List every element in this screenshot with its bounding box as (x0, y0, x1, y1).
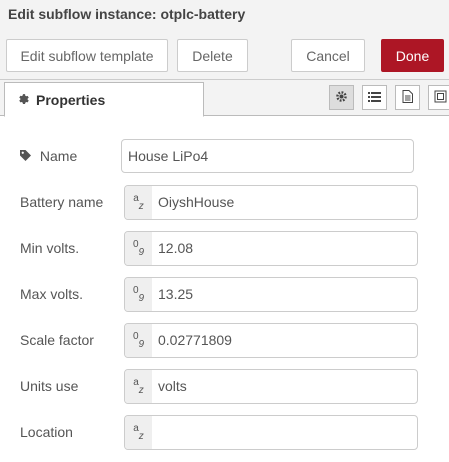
dialog-toolbar: Edit subflow template Delete Cancel Done (0, 28, 449, 80)
field-row-units-use: Units use az volts (0, 369, 449, 405)
frame-icon (434, 90, 447, 106)
tab-documentation[interactable] (395, 85, 420, 110)
field-row-battery-name: Battery name az OiyshHouse (0, 185, 449, 221)
delete-button[interactable]: Delete (177, 39, 248, 72)
field-row-min-volts: Min volts. 09 12.08 (0, 231, 449, 267)
max-volts-value[interactable]: 13.25 (152, 278, 417, 311)
battery-name-value[interactable]: OiyshHouse (152, 186, 417, 219)
max-volts-label: Max volts. (20, 286, 84, 302)
location-label: Location (20, 424, 73, 440)
field-row-location: Location az (0, 415, 449, 451)
gear-icon (335, 90, 348, 106)
string-type-icon[interactable]: az (125, 416, 152, 449)
type-symbol-bottom: 9 (138, 247, 145, 258)
field-row-max-volts: Max volts. 09 13.25 (0, 277, 449, 313)
type-symbol-bottom: z (138, 385, 144, 396)
name-label-text: Name (39, 148, 78, 164)
cancel-button[interactable]: Cancel (291, 39, 365, 72)
units-use-value[interactable]: volts (152, 370, 417, 403)
tag-icon (20, 148, 35, 164)
tab-bar: Properties (0, 80, 449, 117)
tab-properties[interactable]: Properties (4, 82, 204, 117)
done-button[interactable]: Done (381, 39, 444, 72)
field-row-scale-factor: Scale factor 09 0.02771809 (0, 323, 449, 359)
battery-name-label: Battery name (20, 194, 104, 210)
name-row: Name House LiPo4 (0, 139, 449, 175)
type-symbol-bottom: z (138, 431, 144, 442)
scale-factor-label: Scale factor (20, 332, 94, 348)
min-volts-label: Min volts. (20, 240, 80, 256)
edit-subflow-template-button[interactable]: Edit subflow template (6, 39, 168, 72)
max-volts-input[interactable]: 09 13.25 (124, 277, 418, 312)
number-type-icon[interactable]: 09 (125, 278, 152, 311)
name-label: Name (20, 148, 77, 164)
battery-name-input[interactable]: az OiyshHouse (124, 185, 418, 220)
tab-appearance[interactable] (428, 85, 449, 110)
number-type-icon[interactable]: 09 (125, 324, 152, 357)
min-volts-input[interactable]: 09 12.08 (124, 231, 418, 266)
dialog-titlebar: Edit subflow instance: otplc-battery (0, 0, 449, 28)
gear-icon (18, 92, 30, 108)
location-value[interactable] (152, 416, 417, 449)
tab-properties-label: Properties (36, 91, 106, 108)
scale-factor-input[interactable]: 09 0.02771809 (124, 323, 418, 358)
tab-description[interactable] (362, 85, 387, 110)
tab-node-settings[interactable] (329, 85, 354, 110)
location-input[interactable]: az (124, 415, 418, 450)
type-symbol-bottom: z (138, 201, 144, 212)
type-symbol-bottom: 9 (138, 293, 145, 304)
number-type-icon[interactable]: 09 (125, 232, 152, 265)
dialog-title: Edit subflow instance: otplc-battery (8, 6, 246, 22)
string-type-icon[interactable]: az (125, 370, 152, 403)
min-volts-value[interactable]: 12.08 (152, 232, 417, 265)
scale-factor-value[interactable]: 0.02771809 (152, 324, 417, 357)
list-icon (368, 90, 381, 106)
name-input[interactable]: House LiPo4 (121, 139, 414, 173)
string-type-icon[interactable]: az (125, 186, 152, 219)
type-symbol-bottom: 9 (138, 339, 145, 350)
document-icon (402, 89, 413, 106)
units-use-input[interactable]: az volts (124, 369, 418, 404)
units-use-label: Units use (20, 378, 79, 394)
